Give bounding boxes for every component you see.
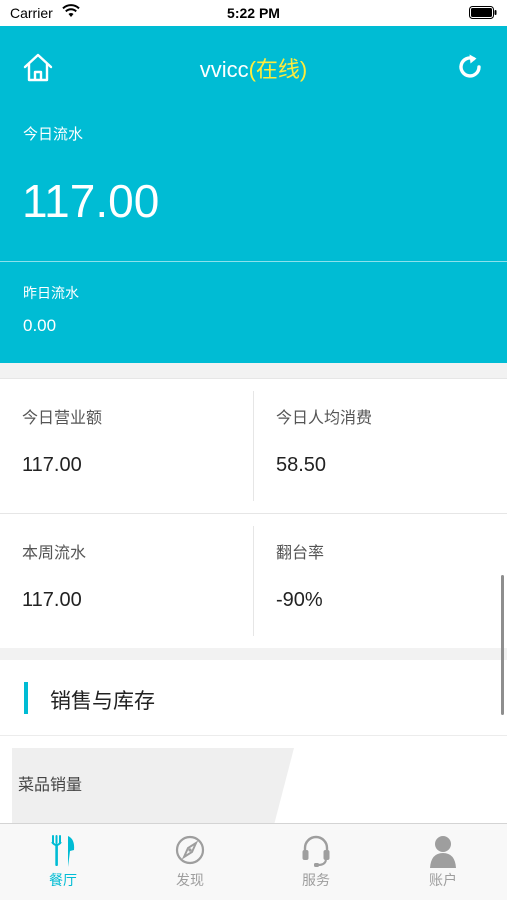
sales-inventory-header: 销售与库存 bbox=[0, 660, 507, 736]
refresh-icon[interactable] bbox=[455, 52, 485, 82]
stat-today-revenue[interactable]: 今日营业额 117.00 bbox=[0, 379, 253, 514]
store-name: vvicc bbox=[199, 57, 249, 82]
stat-per-capita[interactable]: 今日人均消费 58.50 bbox=[254, 379, 507, 514]
divider bbox=[0, 261, 507, 262]
stats-grid: 今日营业额 117.00 今日人均消费 58.50 本周流水 117.00 翻台… bbox=[0, 378, 507, 648]
divider bbox=[253, 391, 254, 501]
dish-sales-tab-label[interactable]: 菜品销量 bbox=[18, 771, 82, 795]
stat-label: 翻台率 bbox=[276, 545, 325, 562]
clock: 5:22 PM bbox=[227, 5, 280, 21]
tab-label: 服务 bbox=[302, 872, 330, 888]
tab-label: 发现 bbox=[176, 872, 204, 888]
section-title: 销售与库存 bbox=[50, 690, 155, 713]
revenue-header: vvicc(在线) 今日流水 117.00 昨日流水 0.00 bbox=[0, 26, 507, 363]
divider bbox=[0, 513, 507, 514]
tab-label: 餐厅 bbox=[49, 872, 77, 888]
stat-value: 117.00 bbox=[22, 454, 82, 476]
compass-icon bbox=[175, 835, 205, 865]
divider bbox=[253, 526, 254, 636]
online-status: (在线) bbox=[248, 57, 308, 82]
section-accent-bar bbox=[24, 682, 28, 714]
user-icon bbox=[430, 836, 456, 868]
stat-label: 本周流水 bbox=[22, 545, 87, 562]
stat-label: 今日营业额 bbox=[22, 410, 103, 427]
stat-label: 今日人均消费 bbox=[276, 410, 373, 427]
today-flow-label: 今日流水 bbox=[23, 126, 84, 143]
yesterday-flow-value: 0.00 bbox=[23, 316, 57, 335]
stat-value: -90% bbox=[276, 589, 323, 611]
status-bar: Carrier 5:22 PM bbox=[0, 0, 507, 26]
utensils-icon bbox=[51, 835, 75, 867]
tab-restaurant[interactable]: 餐厅 bbox=[0, 824, 126, 900]
spacer bbox=[0, 363, 507, 378]
stat-value: 117.00 bbox=[22, 589, 82, 611]
store-title: vvicc(在线) bbox=[0, 52, 507, 84]
headset-icon bbox=[302, 835, 330, 867]
stat-week-flow[interactable]: 本周流水 117.00 bbox=[0, 514, 253, 649]
spacer bbox=[0, 648, 507, 660]
scrollbar[interactable] bbox=[501, 575, 504, 715]
tab-bar: 餐厅 发现 服务 账户 bbox=[0, 823, 507, 900]
today-flow-value: 117.00 bbox=[22, 175, 160, 227]
battery-icon bbox=[469, 6, 497, 19]
tab-label: 账户 bbox=[429, 872, 457, 888]
stat-value: 58.50 bbox=[276, 454, 327, 476]
tab-discover[interactable]: 发现 bbox=[127, 824, 253, 900]
stat-table-turnover[interactable]: 翻台率 -90% bbox=[254, 514, 507, 649]
tab-service[interactable]: 服务 bbox=[253, 824, 379, 900]
tab-account[interactable]: 账户 bbox=[380, 824, 506, 900]
yesterday-flow-label: 昨日流水 bbox=[23, 285, 79, 301]
